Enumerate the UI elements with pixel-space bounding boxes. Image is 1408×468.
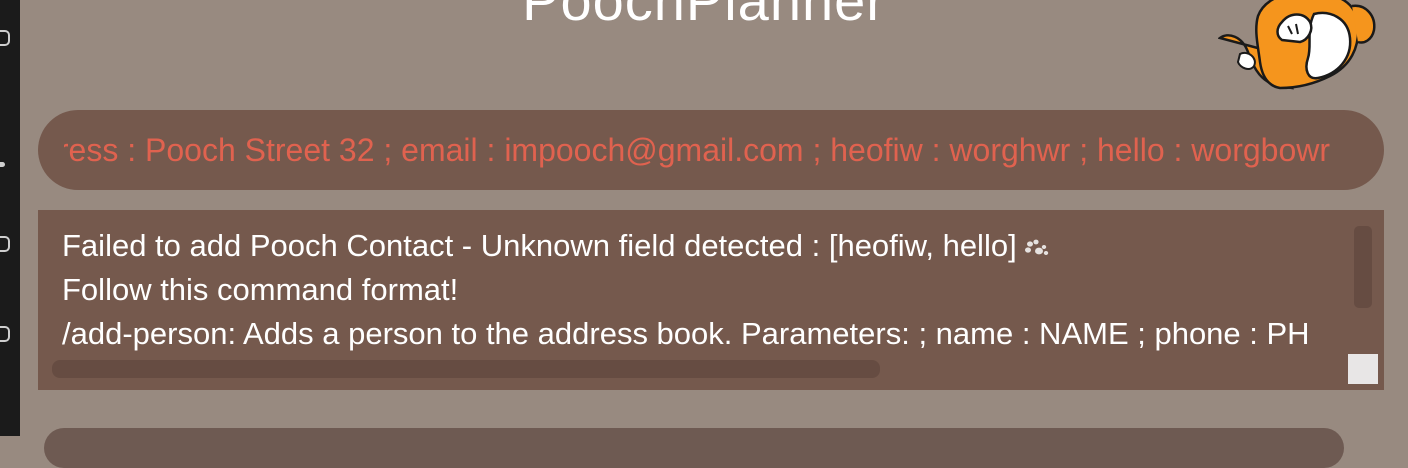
scrollbar-corner	[1348, 354, 1378, 384]
rail-pin-icon[interactable]	[0, 326, 10, 342]
dog-mascot-icon	[1218, 0, 1376, 90]
result-line-usage: /add-person: Adds a person to the addres…	[62, 316, 1310, 351]
left-window-rail	[0, 0, 20, 436]
command-input-text[interactable]: ldress : Pooch Street 32 ; email : impoo…	[64, 130, 1330, 170]
vertical-scrollbar-thumb[interactable]	[1354, 226, 1372, 308]
horizontal-scrollbar-thumb[interactable]	[52, 360, 880, 378]
result-display-box: Failed to add Pooch Contact - Unknown fi…	[38, 210, 1384, 390]
result-line-error: Failed to add Pooch Contact - Unknown fi…	[62, 224, 1352, 268]
result-line-error-text: Failed to add Pooch Contact - Unknown fi…	[62, 228, 1017, 263]
app-title: PoochPlanner	[522, 0, 886, 32]
result-line-format: Follow this command format!	[62, 272, 459, 307]
command-input-viewport: ldress : Pooch Street 32 ; email : impoo…	[64, 110, 1358, 190]
rail-dot-icon	[0, 162, 5, 167]
rail-ring-icon[interactable]	[0, 236, 10, 252]
next-panel	[44, 428, 1344, 468]
paw-icon	[1024, 239, 1048, 255]
command-input-box[interactable]: ldress : Pooch Street 32 ; email : impoo…	[38, 110, 1384, 190]
result-text: Failed to add Pooch Contact - Unknown fi…	[62, 224, 1352, 356]
